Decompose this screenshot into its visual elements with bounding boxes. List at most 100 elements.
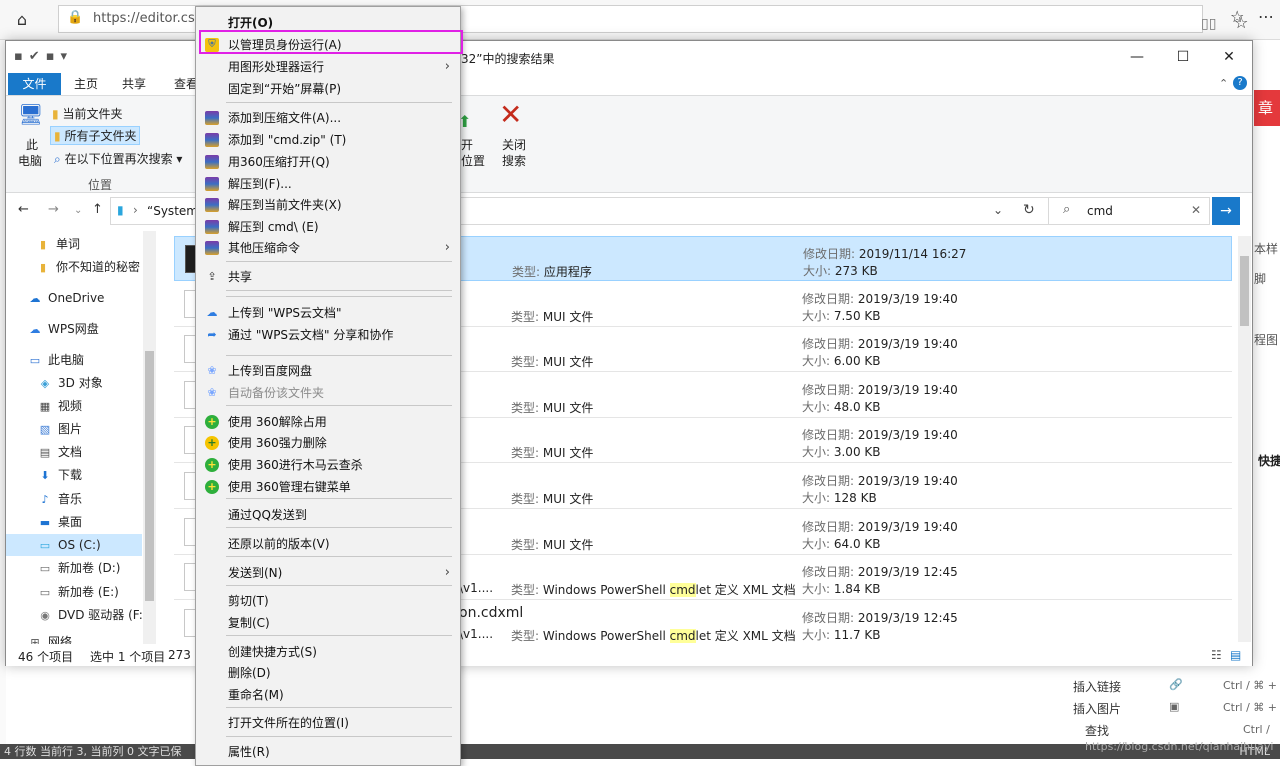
search-again-icon: ⌕ [54, 152, 61, 166]
current-folder-button[interactable]: ▮ 当前文件夹 [52, 105, 122, 122]
this-pc-label[interactable]: 电脑 [18, 152, 42, 169]
nav-item[interactable]: ◉ DVD 驱动器 (F:) [6, 604, 147, 626]
refresh-icon[interactable]: ↻ [1023, 202, 1035, 218]
menu-separator [226, 527, 452, 528]
desktop-icon: ▬ [39, 516, 51, 529]
maximize-button[interactable]: ☐ [1160, 41, 1206, 73]
close-search-label[interactable]: 搜索 [502, 152, 526, 169]
nav-item[interactable]: ▮ 单词 [6, 233, 142, 255]
home-icon[interactable]: ⌂ [10, 9, 34, 31]
menu-item[interactable]: ⇪ 共享 [196, 266, 460, 288]
tab-home[interactable]: 主页 [74, 73, 98, 95]
reader-icon[interactable]: ▯▯ [1201, 16, 1216, 32]
file-list-scroll-thumb[interactable] [1240, 256, 1249, 326]
menu-separator [226, 498, 452, 499]
back-icon[interactable]: ← [18, 202, 29, 217]
all-subfolders-button[interactable]: ▮ 所有子文件夹 [50, 126, 141, 145]
open-location-label[interactable]: 开 [461, 136, 473, 153]
close-button[interactable]: ✕ [1206, 41, 1252, 73]
menu-item[interactable]: ❀ 上传到百度网盘 [196, 360, 460, 382]
nav-item[interactable]: ▭ 新加卷 (D:) [6, 557, 142, 579]
nav-item[interactable]: ▬ 桌面 [6, 511, 142, 533]
recent-locations-icon[interactable]: ⌄ [74, 205, 82, 216]
collapse-ribbon-icon[interactable]: ⌃ [1219, 73, 1228, 95]
nav-item[interactable]: ☁ WPS网盘 [6, 318, 142, 340]
folder-icon: ▮ [52, 107, 59, 121]
menu-item[interactable]: 解压到当前文件夹(X) [196, 194, 460, 216]
forward-icon[interactable]: → [48, 202, 59, 217]
file-list-scrollbar[interactable] [1238, 236, 1251, 642]
menu-item[interactable]: 发送到(N) › [196, 562, 460, 584]
nav-item[interactable]: ▭ OS (C:) [6, 534, 142, 556]
menu-item[interactable]: 固定到“开始”屏幕(P) [196, 78, 460, 100]
menu-item[interactable]: ☁ 上传到 "WPS云文档" [196, 302, 460, 324]
favorites-icon[interactable]: ☆ [1230, 7, 1244, 26]
this-pc-label[interactable]: 此 [26, 136, 38, 153]
publish-button[interactable]: 章 [1254, 90, 1280, 126]
dvd-icon: ◉ [40, 609, 50, 622]
nav-item[interactable]: ◈ 3D 对象 [6, 372, 142, 394]
nav-item[interactable]: ▮ 你不知道的秘密 [6, 256, 142, 278]
menu-item[interactable]: 通过QQ发送到 [196, 504, 460, 526]
file-type-value: MUI 文件 [542, 492, 594, 506]
size-value: 273 KB [834, 264, 878, 278]
menu-item[interactable]: 用图形处理器运行 › [196, 56, 460, 78]
menu-item[interactable]: + 使用 360管理右键菜单 [196, 476, 460, 498]
open-location-label[interactable]: 位置 [461, 152, 485, 169]
quick-access-icons[interactable]: ▪✔▪▾ [14, 49, 73, 64]
date-label: 修改日期: [802, 519, 858, 534]
menu-item[interactable]: 添加到压缩文件(A)... [196, 107, 460, 129]
shortcut-panel: 插入链接 🔗 Ctrl / ⌘ + 插入图片 ▣ Ctrl / ⌘ + 查找 C… [1045, 655, 1280, 745]
tab-file[interactable]: 文件 [8, 73, 61, 95]
menu-item[interactable]: + 使用 360强力删除 [196, 432, 460, 454]
menu-item[interactable]: 打开文件所在的位置(I) [196, 712, 460, 734]
tab-share[interactable]: 共享 [122, 73, 146, 95]
shortcut-key: Ctrl / ⌘ + [1223, 701, 1277, 714]
search-input[interactable]: ⌕ cmd ✕ [1048, 197, 1210, 225]
nav-item[interactable]: ♪ 音乐 [6, 488, 142, 510]
date-label: 修改日期: [803, 247, 859, 261]
nav-item[interactable]: ▧ 图片 [6, 418, 142, 440]
menu-item-label: 上传到 "WPS云文档" [228, 306, 342, 320]
details-view-icon[interactable]: ☷ [1211, 648, 1222, 662]
url-text[interactable]: https://editor.csdn [93, 11, 211, 26]
more-icon[interactable]: ⋯ [1258, 7, 1274, 26]
clear-search-icon[interactable]: ✕ [1191, 203, 1201, 217]
menu-item[interactable]: ➦ 通过 "WPS云文档" 分享和协作 [196, 324, 460, 346]
nav-item[interactable]: ▭ 新加卷 (E:) [6, 581, 142, 603]
nav-scroll-thumb[interactable] [145, 351, 154, 601]
nav-item[interactable]: ⬇ 下载 [6, 464, 142, 486]
search-query[interactable]: cmd [1087, 204, 1113, 218]
menu-item[interactable]: 解压到(F)... [196, 173, 460, 195]
menu-item[interactable]: 剪切(T) [196, 590, 460, 612]
nav-item[interactable]: ☁ OneDrive [6, 287, 142, 309]
minimize-button[interactable]: — [1114, 41, 1160, 73]
explorer-title-bar[interactable]: ▪✔▪▾ 32”中的搜索结果 — ☐ ✕ [6, 41, 1252, 73]
search-again-button[interactable]: ⌕ 在以下位置再次搜索 ▾ [54, 150, 182, 167]
menu-item[interactable]: 其他压缩命令 › [196, 237, 460, 259]
menu-item[interactable]: 还原以前的版本(V) [196, 533, 460, 555]
menu-item[interactable]: 解压到 cmd\ (E) [196, 216, 460, 238]
menu-item[interactable]: 添加到 "cmd.zip" (T) [196, 129, 460, 151]
address-dropdown-icon[interactable]: ⌄ [993, 203, 1003, 217]
menu-item[interactable]: 删除(D) [196, 662, 460, 684]
menu-item[interactable]: 属性(R) [196, 741, 460, 763]
menu-item[interactable]: + 使用 360解除占用 [196, 411, 460, 433]
nav-scrollbar[interactable] [143, 231, 156, 644]
nav-item[interactable]: ▦ 视频 [6, 395, 142, 417]
menu-item[interactable]: 创建快捷方式(S) [196, 641, 460, 663]
ribbon-tabs: 文件 主页 共享 查看 ⌃ ? [6, 73, 1252, 95]
menu-item[interactable]: + 使用 360进行木马云查杀 [196, 454, 460, 476]
close-search-icon[interactable]: ✕ [499, 98, 522, 131]
tiles-view-icon[interactable]: ▤ [1230, 648, 1241, 662]
up-icon[interactable]: ↑ [92, 202, 103, 217]
help-icon[interactable]: ? [1233, 76, 1247, 90]
close-search-label[interactable]: 关闭 [502, 136, 526, 153]
nav-item[interactable]: ▤ 文档 [6, 441, 142, 463]
search-go-button[interactable]: → [1212, 197, 1240, 225]
downloads-icon: ⬇ [40, 469, 50, 482]
menu-item[interactable]: 重命名(M) [196, 684, 460, 706]
nav-item[interactable]: ▭ 此电脑 [6, 349, 142, 371]
menu-item[interactable]: 复制(C) [196, 612, 460, 634]
menu-item[interactable]: 用360压缩打开(Q) [196, 151, 460, 173]
